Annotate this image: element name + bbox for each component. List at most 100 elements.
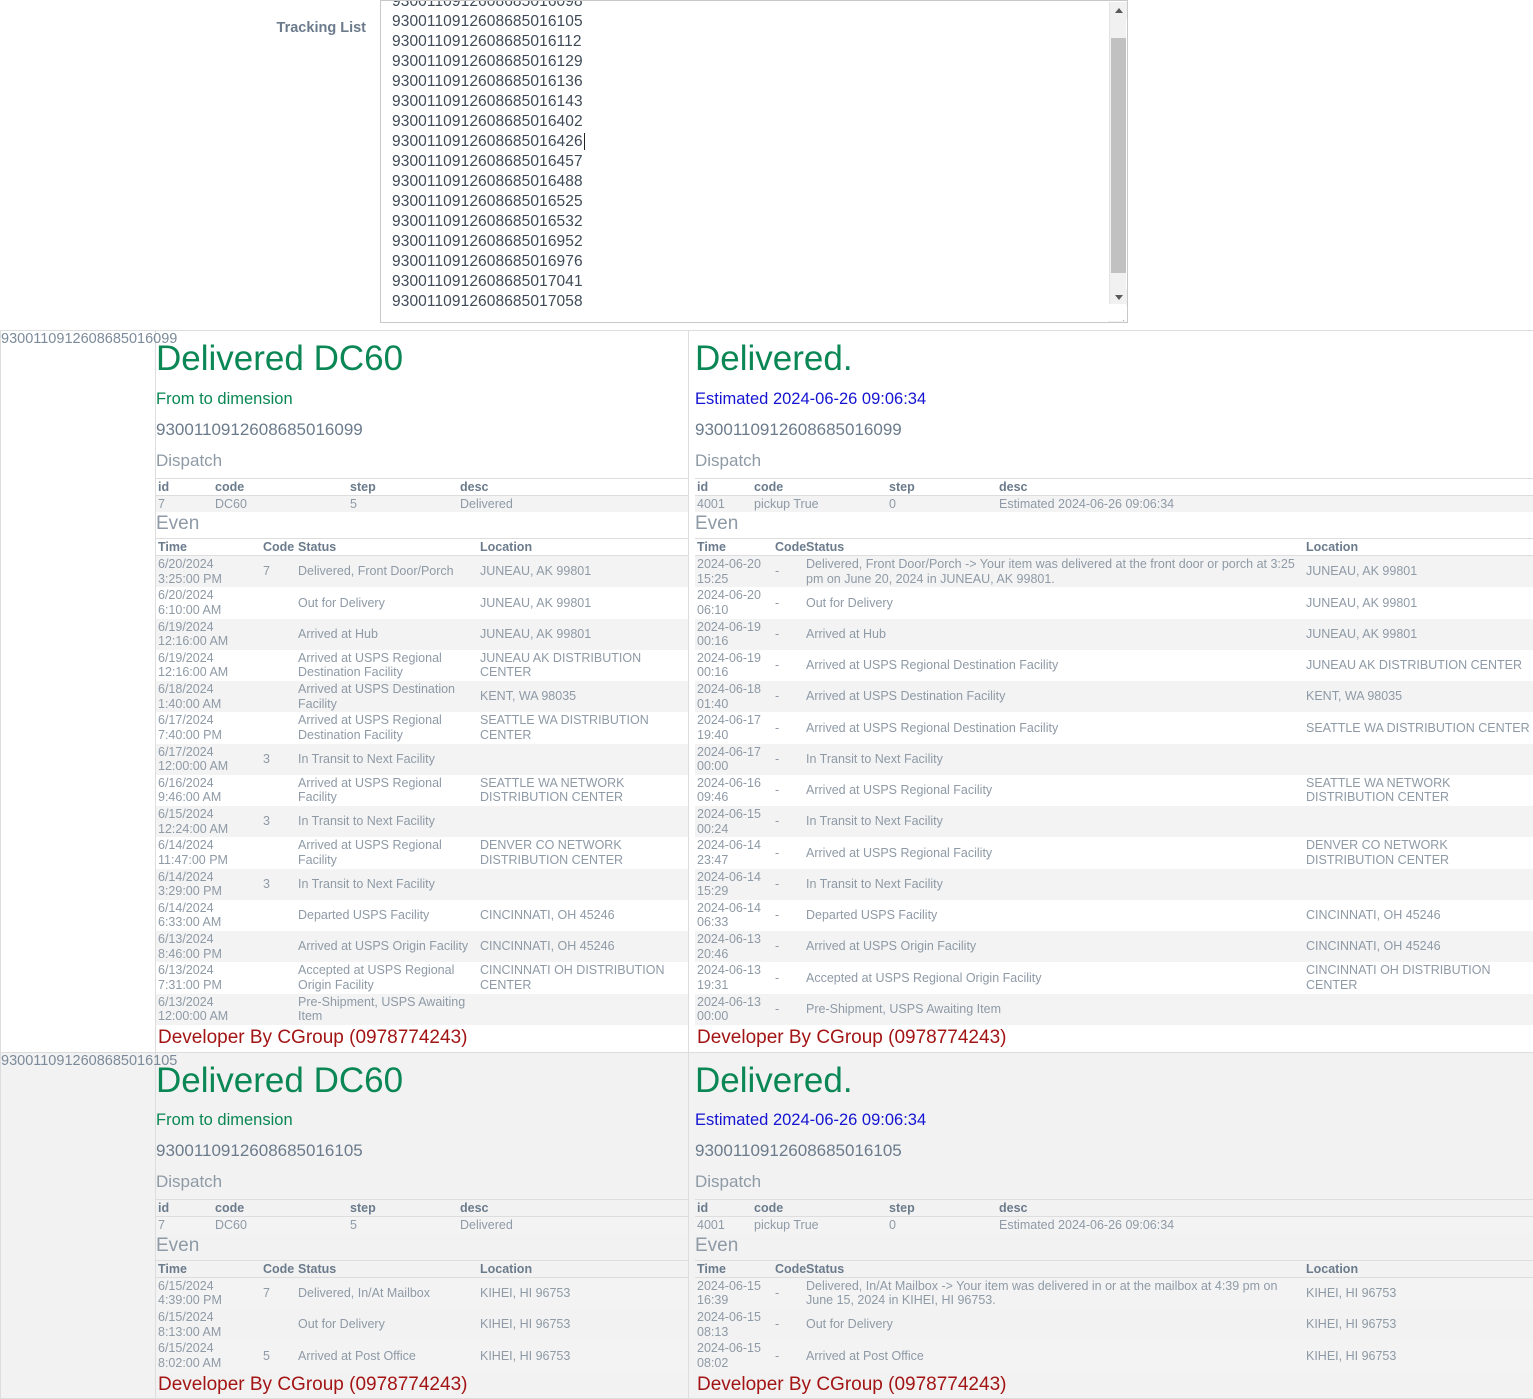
dispatch-cell: 7 bbox=[156, 1217, 213, 1234]
event-code-cell: 3 bbox=[261, 806, 296, 837]
event-location-cell bbox=[1304, 806, 1533, 837]
event-row: 2024-06-1609:46-Arrived at USPS Regional… bbox=[695, 775, 1533, 806]
dispatch-row: 4001pickup True0Estimated 2024-06-26 09:… bbox=[695, 495, 1533, 512]
event-row: 2024-06-1423:47-Arrived at USPS Regional… bbox=[695, 837, 1533, 868]
tracking-list-line: 9300110912608685016525 bbox=[392, 192, 1096, 212]
developer-credit: Developer By CGroup (0978774243) bbox=[695, 1025, 1533, 1052]
left-panel: Delivered DC60From to dimension930011091… bbox=[156, 331, 689, 1053]
event-time-cell: 2024-06-1320:46 bbox=[695, 931, 773, 962]
event-code-cell bbox=[261, 712, 296, 743]
dispatch-header-row: idcodestepdesc bbox=[156, 478, 688, 495]
event-code-cell: 5 bbox=[261, 1340, 296, 1371]
dispatch-cell: 0 bbox=[887, 495, 997, 512]
dispatch-header-row: idcodestepdesc bbox=[695, 1200, 1533, 1217]
events-table: TimeCodeStatusLocation2024-06-1516:39-De… bbox=[695, 1260, 1533, 1372]
resize-grip-icon[interactable] bbox=[1109, 304, 1126, 321]
dispatch-header-cell: step bbox=[348, 478, 458, 495]
dispatch-cell: Estimated 2024-06-26 09:06:34 bbox=[997, 1217, 1533, 1234]
panel-tracking-number: 9300110912608685016105 bbox=[695, 1141, 1533, 1161]
events-header-cell: Status bbox=[296, 1260, 478, 1277]
event-status-cell: Arrived at USPS Regional Destination Fac… bbox=[804, 650, 1304, 681]
event-status-cell: Accepted at USPS Regional Origin Facilit… bbox=[296, 962, 478, 993]
tracking-list-line: 9300110912608685016098 bbox=[392, 0, 1096, 12]
event-status-cell: Pre-Shipment, USPS Awaiting Item bbox=[804, 994, 1304, 1025]
event-time-cell: 6/13/202412:00:00 AM bbox=[156, 994, 261, 1025]
event-location-cell: SEATTLE WA DISTRIBUTION CENTER bbox=[1304, 712, 1533, 743]
event-code-cell: - bbox=[773, 712, 804, 743]
event-time-cell: 2024-06-1801:40 bbox=[695, 681, 773, 712]
dispatch-cell: DC60 bbox=[213, 495, 348, 512]
event-status-cell: Out for Delivery bbox=[804, 1309, 1304, 1340]
event-row: 2024-06-1508:13-Out for DeliveryKIHEI, H… bbox=[695, 1309, 1533, 1340]
dispatch-header-cell: desc bbox=[458, 478, 688, 495]
dispatch-label: Dispatch bbox=[156, 1172, 688, 1192]
event-status-cell: Arrived at USPS Regional Facility bbox=[804, 775, 1304, 806]
event-time-cell: 6/15/20248:02:00 AM bbox=[156, 1340, 261, 1371]
event-status-cell: In Transit to Next Facility bbox=[804, 744, 1304, 775]
event-row: 6/16/20249:46:00 AMArrived at USPS Regio… bbox=[156, 775, 688, 806]
event-time-cell: 2024-06-1406:33 bbox=[695, 900, 773, 931]
event-time-cell: 6/13/20247:31:00 PM bbox=[156, 962, 261, 993]
event-code-cell bbox=[261, 837, 296, 868]
scrollbar-thumb[interactable] bbox=[1111, 38, 1126, 273]
event-row: 2024-06-1516:39-Delivered, In/At Mailbox… bbox=[695, 1277, 1533, 1309]
dispatch-header-row: idcodestepdesc bbox=[695, 478, 1533, 495]
event-code-cell: - bbox=[773, 744, 804, 775]
event-location-cell: KIHEI, HI 96753 bbox=[478, 1277, 688, 1309]
event-row: 6/18/20241:40:00 AMArrived at USPS Desti… bbox=[156, 681, 688, 712]
event-location-cell: CINCINNATI, OH 45246 bbox=[1304, 900, 1533, 931]
right-panel: Delivered.Estimated 2024-06-26 09:06:349… bbox=[689, 331, 1533, 1053]
event-location-cell bbox=[478, 806, 688, 837]
event-status-cell: In Transit to Next Facility bbox=[804, 806, 1304, 837]
events-header-row: TimeCodeStatusLocation bbox=[156, 1260, 688, 1277]
event-code-cell: - bbox=[773, 962, 804, 993]
tracking-list-line: 9300110912608685016129 bbox=[392, 52, 1096, 72]
event-time-cell: 2024-06-1516:39 bbox=[695, 1277, 773, 1309]
event-code-cell: - bbox=[773, 587, 804, 618]
event-row: 6/13/20247:31:00 PM Accepted at USPS Regi… bbox=[156, 962, 688, 993]
panel-subtitle: Estimated 2024-06-26 09:06:34 bbox=[695, 1111, 1533, 1130]
scrollbar-up-icon[interactable] bbox=[1110, 2, 1127, 19]
events-table: TimeCodeStatusLocation6/20/20243:25:00 P… bbox=[156, 538, 688, 1025]
event-row: 6/20/20246:10:00 AMOut for DeliveryJUNEA… bbox=[156, 587, 688, 618]
events-table: TimeCodeStatusLocation6/15/20244:39:00 P… bbox=[156, 1260, 688, 1372]
events-header-row: TimeCodeStatusLocation bbox=[695, 539, 1533, 556]
event-status-cell: Arrived at Hub bbox=[296, 619, 478, 650]
event-status-cell: In Transit to Next Facility bbox=[296, 744, 478, 775]
event-status-cell: Arrived at USPS Destination Facility bbox=[804, 681, 1304, 712]
event-location-cell: DENVER CO NETWORK DISTRIBUTION CENTER bbox=[478, 837, 688, 868]
event-row: 2024-06-1300:00-Pre-Shipment, USPS Await… bbox=[695, 994, 1533, 1025]
event-row: 2024-06-1900:16-Arrived at HubJUNEAU, AK… bbox=[695, 619, 1533, 650]
dispatch-row: 7DC605Delivered bbox=[156, 1217, 688, 1234]
event-time-cell: 6/13/20248:46:00 PM bbox=[156, 931, 261, 962]
event-row: 2024-06-1415:29-In Transit to Next Facil… bbox=[695, 869, 1533, 900]
panel-tracking-number: 9300110912608685016099 bbox=[156, 420, 688, 440]
right-panel: Delivered.Estimated 2024-06-26 09:06:349… bbox=[689, 1052, 1533, 1399]
event-row: 6/15/20244:39:00 PM7Delivered, In/At Mai… bbox=[156, 1277, 688, 1309]
event-row: 2024-06-1508:02-Arrived at Post OfficeKI… bbox=[695, 1340, 1533, 1371]
events-header-cell: Location bbox=[1304, 1260, 1533, 1277]
event-time-cell: 6/14/20243:29:00 PM bbox=[156, 869, 261, 900]
tracking-list-input[interactable]: 9300110912608685016098 930011091260868501… bbox=[380, 0, 1128, 323]
event-time-cell: 6/20/20243:25:00 PM bbox=[156, 556, 261, 588]
dispatch-header-cell: code bbox=[213, 1200, 348, 1217]
events-header-cell: Time bbox=[695, 539, 773, 556]
events-header-cell: Code bbox=[261, 1260, 296, 1277]
event-row: 2024-06-1719:40-Arrived at USPS Regional… bbox=[695, 712, 1533, 743]
event-location-cell: JUNEAU, AK 99801 bbox=[478, 556, 688, 588]
event-code-cell: - bbox=[773, 681, 804, 712]
dispatch-row: 4001pickup True0Estimated 2024-06-26 09:… bbox=[695, 1217, 1533, 1234]
event-code-cell bbox=[261, 994, 296, 1025]
event-time-cell: 2024-06-1319:31 bbox=[695, 962, 773, 993]
event-status-cell: In Transit to Next Facility bbox=[804, 869, 1304, 900]
dispatch-header-cell: step bbox=[887, 1200, 997, 1217]
textarea-scrollbar[interactable] bbox=[1109, 2, 1126, 323]
dispatch-cell: 0 bbox=[887, 1217, 997, 1234]
event-location-cell: JUNEAU AK DISTRIBUTION CENTER bbox=[478, 650, 688, 681]
event-location-cell bbox=[1304, 869, 1533, 900]
dispatch-cell: 5 bbox=[348, 1217, 458, 1234]
result-tracking-number: 9300110912608685016099 bbox=[1, 331, 156, 1053]
panel-title: Delivered. bbox=[695, 339, 1533, 380]
dispatch-cell: 7 bbox=[156, 495, 213, 512]
dispatch-cell: Delivered bbox=[458, 1217, 688, 1234]
